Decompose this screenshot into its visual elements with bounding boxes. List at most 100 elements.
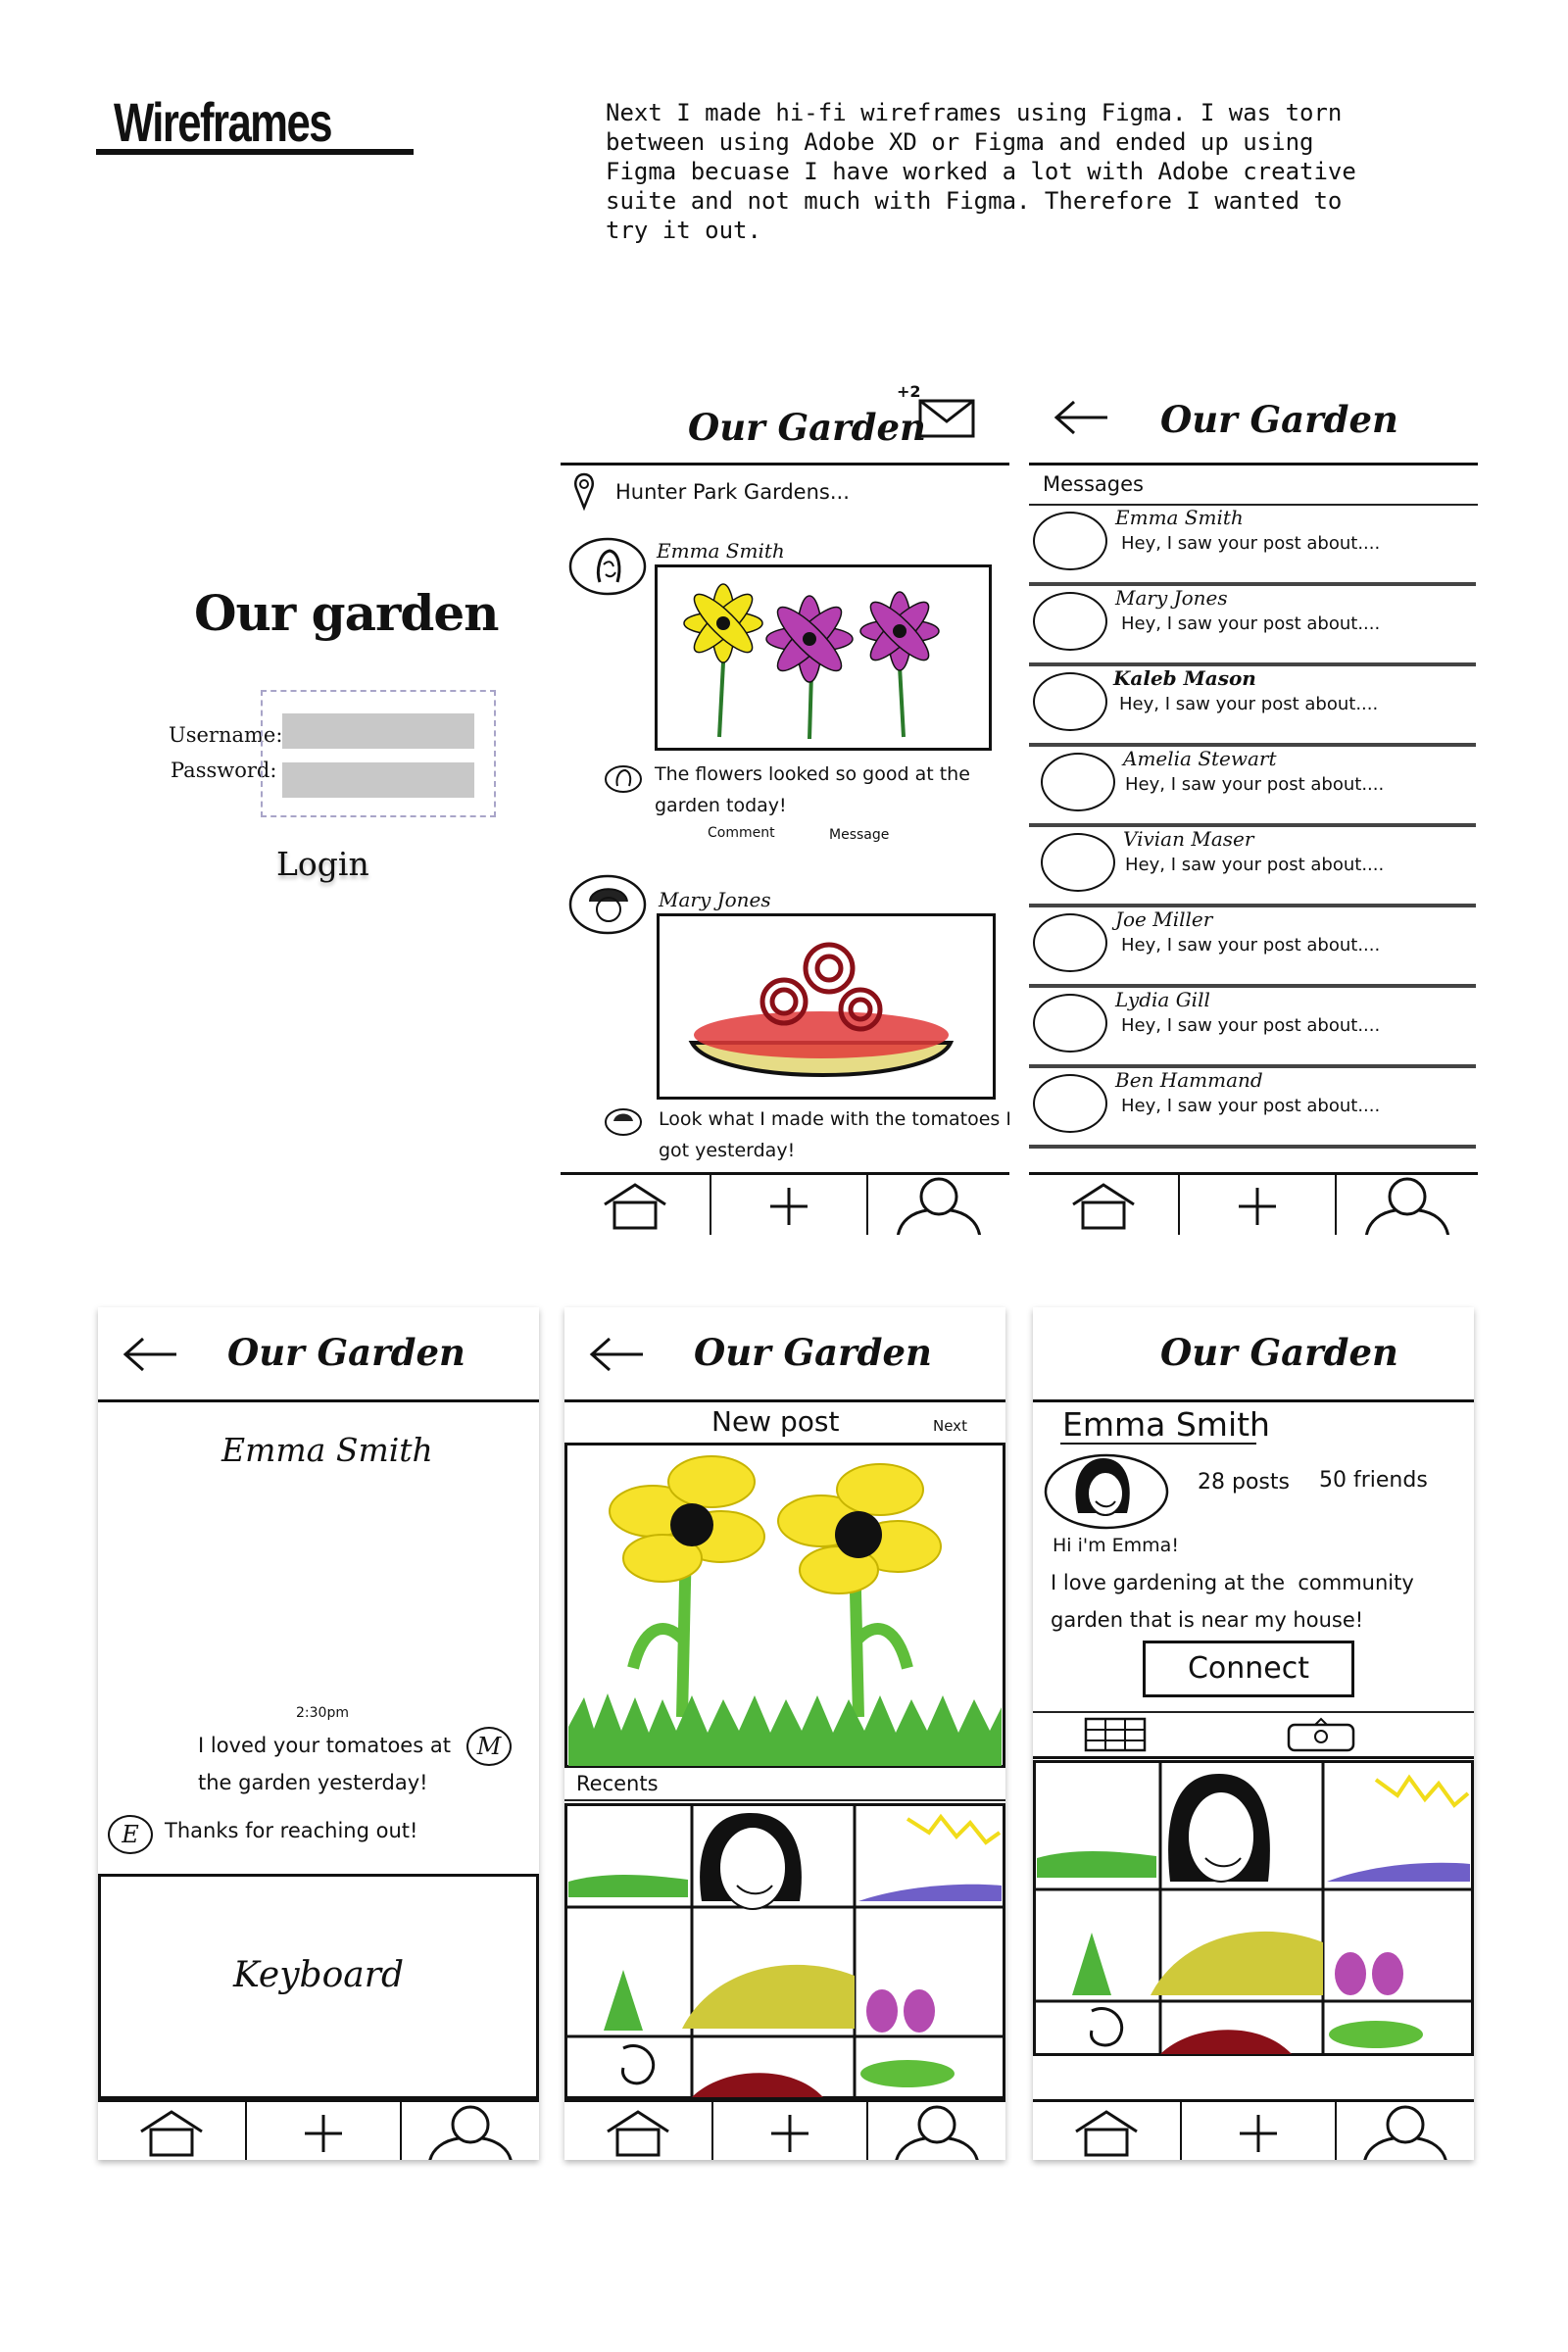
contact-avatar [1033,592,1107,651]
message-thread[interactable]: Ben Hammand Hey, I saw your post about..… [1029,1068,1476,1149]
message-thread[interactable]: Vivian Maser Hey, I saw your post about.… [1029,827,1476,907]
message-preview: Hey, I saw your post about.... [1125,774,1385,795]
post-caption: Look what I made with the tomatoes I got… [659,1108,1009,1161]
contact-name: Ben Hammand [1115,1068,1263,1092]
header-divider [1033,1399,1474,1402]
tagged-icon[interactable] [1286,1717,1356,1752]
keyboard-label: Keyboard [232,1955,404,1995]
nav-home[interactable] [564,2102,711,2160]
nav-home[interactable] [1033,2102,1180,2160]
header-divider [564,1399,1005,1402]
profile-name: Emma Smith [1062,1405,1270,1444]
contact-avatar [1033,672,1107,731]
nav-profile[interactable] [1337,2102,1474,2160]
contact-name: Joe Miller [1115,907,1213,931]
next-button[interactable]: Next [933,1417,967,1435]
home-icon [1075,2110,1138,2157]
back-arrow-icon[interactable] [1053,398,1111,437]
post-author-name[interactable]: Emma Smith [657,539,785,563]
message-thread[interactable]: Kaleb Mason Hey, I saw your post about..… [1029,666,1476,747]
location-label[interactable]: Hunter Park Gardens... [615,480,850,504]
bio-text: I love gardening at the community garden… [1051,1571,1414,1632]
bio-greeting: Hi i'm Emma! [1053,1535,1179,1556]
row-divider [1029,1145,1476,1149]
posts-count[interactable]: 28 posts [1198,1470,1290,1494]
nav-home[interactable] [98,2102,245,2160]
nav-add[interactable] [1182,2102,1335,2160]
profile-screen: Our Garden Emma Smith 28 posts 50 friend… [1033,1307,1474,2160]
contact-avatar [1033,1074,1107,1133]
nav-home[interactable] [1029,1175,1178,1235]
post-author-name[interactable]: Mary Jones [659,888,771,911]
recents-photo-grid[interactable] [564,1803,1005,2099]
post-caption: The flowers looked so good at the garden… [655,763,970,816]
bottom-nav [561,1172,1009,1235]
login-title: Our garden [194,584,499,642]
home-icon [1072,1183,1135,1230]
message-button[interactable]: Message [829,827,889,843]
contact-name: Mary Jones [1115,586,1228,610]
post-photo-pasta[interactable] [657,913,996,1100]
nav-add[interactable] [247,2102,400,2160]
profile-avatar[interactable] [1043,1452,1170,1531]
new-post-screen: Our Garden New post Next Recents [564,1307,1005,2160]
comment-button[interactable]: Comment [708,825,775,841]
home-icon [604,1183,666,1230]
feed-screen: Our Garden +2 Hunter Park Gardens... Emm… [561,382,1009,1235]
message-preview: Hey, I saw your post about.... [1121,1096,1381,1116]
back-arrow-icon[interactable] [122,1335,180,1374]
heading-text: Wireframes [114,91,332,153]
caption-avatar-icon [605,765,642,793]
friends-count[interactable]: 50 friends [1319,1468,1428,1493]
nav-home[interactable] [561,1175,710,1235]
message-thread[interactable]: Emma Smith Hey, I saw your post about...… [1029,506,1476,586]
nav-add[interactable] [1180,1175,1335,1235]
nav-profile[interactable] [1337,1175,1478,1235]
recents-divider [564,1799,1005,1801]
nav-profile[interactable] [402,2102,539,2160]
section-heading: Wireframes [96,90,414,155]
messages-screen: Our Garden Messages Emma Smith Hey, I sa… [1029,382,1478,1235]
post-author-avatar[interactable] [566,535,649,598]
connect-button[interactable]: Connect [1143,1641,1354,1697]
password-field[interactable] [282,762,474,798]
keyboard-area[interactable]: Keyboard [98,1874,539,2099]
contact-avatar [1033,994,1107,1053]
nav-add[interactable] [711,1175,866,1235]
message-preview: Hey, I saw your post about.... [1119,694,1379,714]
message-thread[interactable]: Lydia Gill Hey, I saw your post about...… [1029,988,1476,1068]
profile-photo-grid[interactable] [1033,1760,1474,2056]
grid-icon[interactable] [1084,1717,1147,1752]
sent-message: Thanks for reaching out! [165,1819,418,1842]
bottom-nav [1029,1172,1478,1235]
nav-add[interactable] [713,2102,866,2160]
message-thread[interactable]: Joe Miller Hey, I saw your post about...… [1029,907,1476,988]
post-author-avatar[interactable] [566,872,649,937]
bottom-nav [1033,2099,1474,2160]
header-divider [561,463,1009,466]
profile-name-underline [1060,1443,1256,1445]
intro-paragraph: Next I made hi-fi wireframes using Figma… [606,99,1356,244]
bottom-nav [98,2099,539,2160]
nav-profile[interactable] [868,2102,1005,2160]
contact-avatar [1033,913,1107,972]
recents-label: Recents [576,1772,659,1795]
message-preview: Hey, I saw your post about.... [1121,935,1381,956]
selected-photo-sunflowers[interactable] [564,1443,1005,1768]
message-thread[interactable]: Amelia Stewart Hey, I saw your post abou… [1029,747,1476,827]
back-arrow-icon[interactable] [588,1335,647,1374]
plus-icon [771,2115,808,2152]
credentials-box [261,690,496,817]
username-field[interactable] [282,713,474,749]
app-title: Our Garden [227,1331,466,1374]
nav-profile[interactable] [868,1175,1009,1235]
received-message: I loved your tomatoes at the garden yest… [198,1734,451,1794]
login-button[interactable]: Login [276,845,369,883]
envelope-icon[interactable] [917,398,976,439]
heading-underline [96,149,414,155]
message-thread[interactable]: Mary Jones Hey, I saw your post about...… [1029,586,1476,666]
plus-icon [1240,2115,1277,2152]
post-photo-flowers[interactable] [655,564,992,751]
plus-icon [305,2115,342,2152]
new-post-title: New post [711,1405,840,1438]
